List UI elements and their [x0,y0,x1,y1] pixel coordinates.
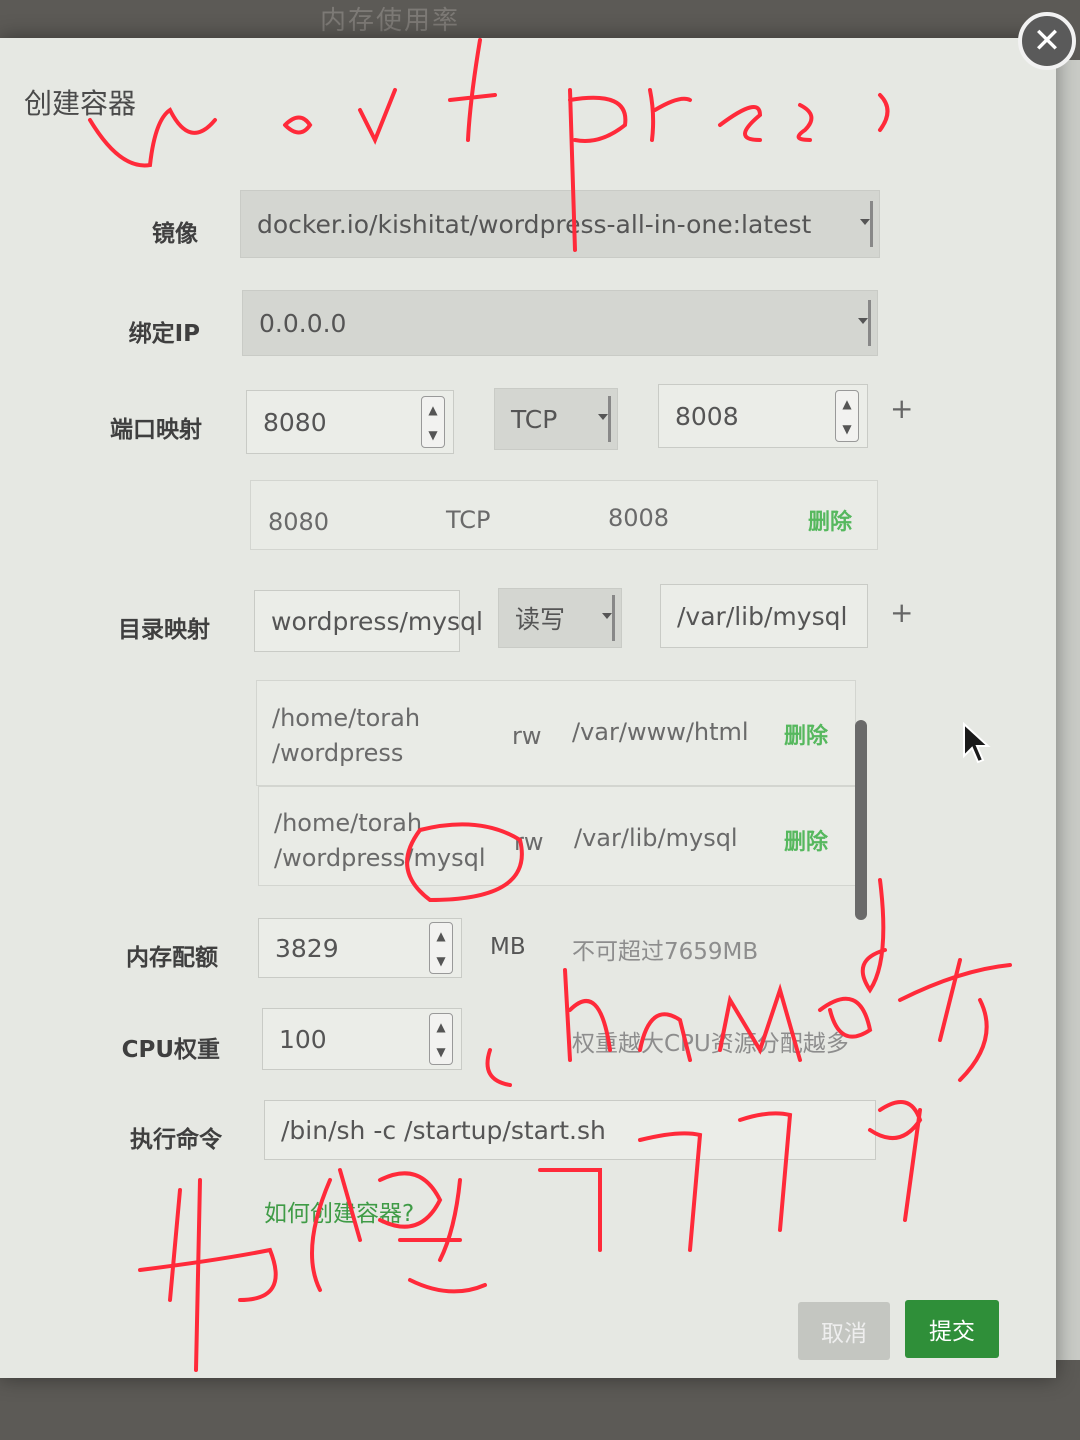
red-annotation-scribbles [88,38,1012,1372]
